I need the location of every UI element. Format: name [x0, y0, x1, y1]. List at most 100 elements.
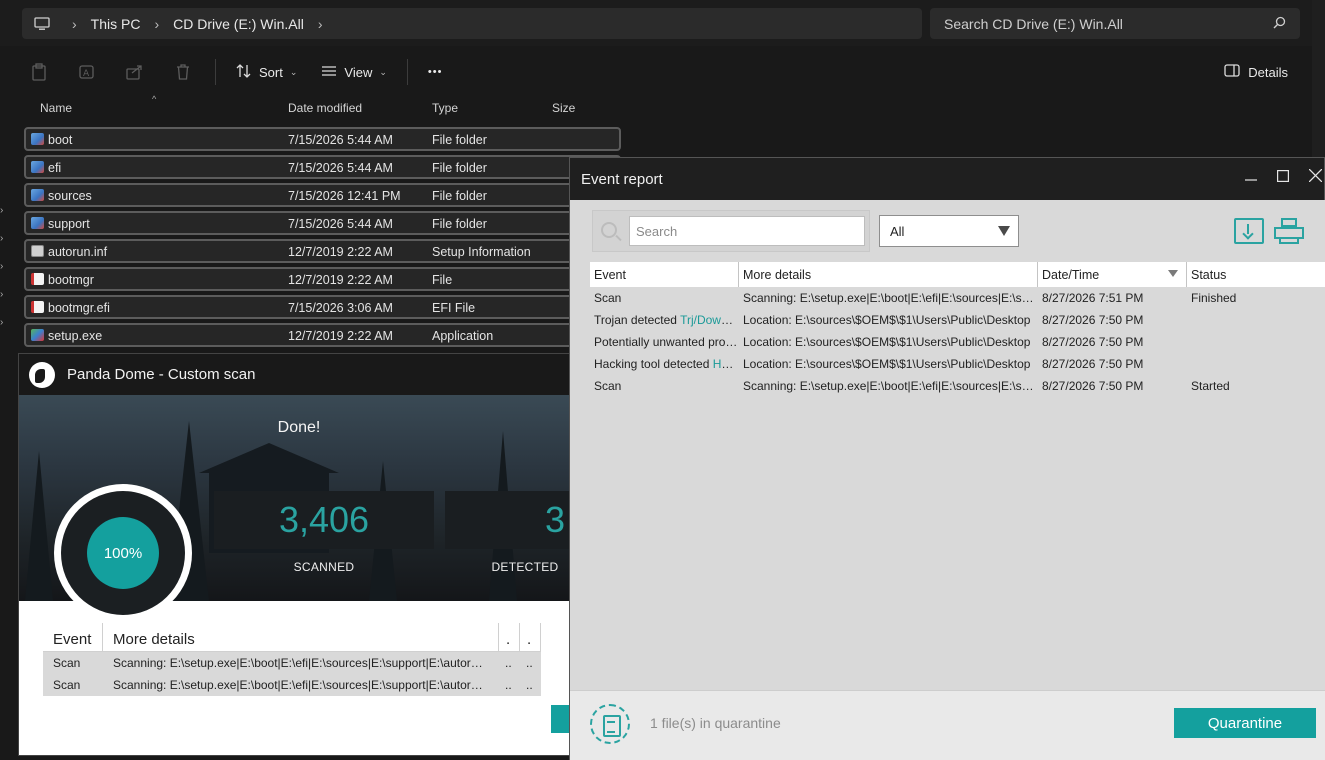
maximize-icon[interactable]: [1273, 169, 1293, 189]
chevron-right-icon[interactable]: ›: [144, 16, 169, 32]
computer-icon[interactable]: [22, 16, 62, 31]
file-row[interactable]: support 7/15/2026 5:44 AM File folder: [24, 211, 621, 235]
toolbar-divider: [215, 59, 216, 85]
file-name: setup.exe: [48, 329, 103, 343]
table-row[interactable]: Scan Scanning: E:\setup.exe|E:\boot|E:\e…: [590, 287, 1325, 309]
details-pane-button[interactable]: Details: [1224, 57, 1288, 87]
table-row[interactable]: Trojan detected Trj/Downloader Location:…: [590, 309, 1325, 331]
threat-link[interactable]: Trj/Downloader: [680, 313, 739, 327]
row-event: Trojan detected Trj/Downloader: [590, 313, 739, 327]
file-row[interactable]: autorun.inf 12/7/2019 2:22 AM Setup Info…: [24, 239, 621, 263]
file-date: 7/15/2026 5:44 AM: [288, 217, 393, 231]
explorer-search-input[interactable]: Search CD Drive (E:) Win.All: [930, 8, 1300, 39]
column-date-time[interactable]: Date/Time: [1038, 262, 1187, 287]
event-text: Trojan detected: [594, 313, 681, 327]
row-details: Scanning: E:\setup.exe|E:\boot|E:\efi|E:…: [743, 379, 1038, 393]
event-report-title-bar[interactable]: Event report: [570, 158, 1324, 200]
breadcrumb-cd-drive[interactable]: CD Drive (E:) Win.All: [169, 16, 308, 32]
file-name: boot: [48, 133, 73, 147]
panda-title-bar[interactable]: Panda Dome - Custom scan: [19, 354, 577, 395]
panda-event-table: Event More details . . Scan Scanning: E:…: [43, 623, 541, 696]
file-row[interactable]: bootmgr 12/7/2019 2:22 AM File: [24, 267, 621, 291]
event-text: Potentially unwanted program detected: [594, 335, 739, 349]
row-c3: ..: [505, 678, 512, 692]
row-date: 8/27/2026 7:50 PM: [1042, 313, 1144, 327]
panda-dome-window: Panda Dome - Custom scan Done! 3,406 SCA…: [18, 353, 579, 756]
file-date: 7/15/2026 12:41 PM: [288, 189, 401, 203]
search-icon: [601, 222, 617, 238]
address-bar[interactable]: › This PC › CD Drive (E:) Win.All ›: [22, 8, 922, 39]
column-more-details[interactable]: More details: [739, 262, 1038, 287]
file-date: 12/7/2019 2:22 AM: [288, 329, 393, 343]
table-row[interactable]: Hacking tool detected HackTool Location:…: [590, 353, 1325, 375]
chevron-right-icon[interactable]: ›: [62, 16, 87, 32]
row-details: Scanning: E:\setup.exe|E:\boot|E:\efi|E:…: [743, 291, 1038, 305]
nav-expand-icon[interactable]: ›: [0, 289, 6, 300]
event-text: Hacking tool detected: [594, 357, 713, 371]
row-details: Scanning: E:\setup.exe|E:\boot|E:\efi|E:…: [113, 678, 499, 692]
column-type[interactable]: Type: [432, 101, 458, 115]
file-name: bootmgr: [48, 273, 94, 287]
file-row[interactable]: sources 7/15/2026 12:41 PM File folder: [24, 183, 621, 207]
share-icon[interactable]: [111, 57, 159, 87]
nav-expand-icon[interactable]: ›: [0, 261, 6, 272]
event-report-body: All Event More details Date/Time Status …: [570, 200, 1325, 690]
address-row: › This PC › CD Drive (E:) Win.All › Sear…: [0, 0, 1312, 46]
folder-icon: [31, 161, 44, 173]
file-type: File folder: [432, 133, 487, 147]
event-search-input[interactable]: [629, 216, 865, 246]
nav-expand-icon[interactable]: ›: [0, 317, 6, 328]
event-filter-select[interactable]: All: [879, 215, 1019, 247]
folder-icon: [31, 217, 44, 229]
table-row[interactable]: Scan Scanning: E:\setup.exe|E:\boot|E:\e…: [43, 674, 541, 696]
more-options-button[interactable]: •••: [416, 57, 455, 87]
column-more-details[interactable]: More details: [103, 623, 499, 651]
file-row[interactable]: efi 7/15/2026 5:44 AM File folder: [24, 155, 621, 179]
threat-link[interactable]: HackTool: [713, 357, 739, 371]
sort-descending-icon: [1168, 270, 1178, 277]
column-date-modified[interactable]: Date modified: [288, 101, 362, 115]
column-event[interactable]: Event: [43, 623, 103, 651]
paste-icon[interactable]: [15, 57, 63, 87]
sort-button[interactable]: Sort ⌄: [224, 57, 309, 87]
column-status[interactable]: Status: [1187, 262, 1325, 287]
table-row[interactable]: Potentially unwanted program detected Lo…: [590, 331, 1325, 353]
column-name[interactable]: Name: [40, 101, 72, 115]
row-c4: ..: [526, 678, 533, 692]
close-icon[interactable]: [1305, 168, 1325, 189]
row-date: 8/27/2026 7:50 PM: [1042, 379, 1144, 393]
folder-icon: [31, 189, 44, 201]
column-3[interactable]: .: [499, 623, 520, 651]
rename-icon[interactable]: A: [63, 57, 111, 87]
delete-icon[interactable]: [159, 57, 207, 87]
file-type: File folder: [432, 217, 487, 231]
column-size[interactable]: Size: [552, 101, 575, 115]
export-download-icon[interactable]: [1234, 218, 1264, 244]
event-table-header: Event More details Date/Time Status: [590, 262, 1325, 287]
sort-icon: [236, 63, 252, 81]
quarantine-footer: 1 file(s) in quarantine Quarantine: [570, 690, 1325, 760]
file-row[interactable]: setup.exe 12/7/2019 2:22 AM Application: [24, 323, 621, 347]
column-4[interactable]: .: [520, 623, 541, 651]
view-button[interactable]: View ⌄: [309, 57, 399, 87]
breadcrumb-this-pc[interactable]: This PC: [87, 16, 145, 32]
row-event: Scan: [53, 656, 81, 670]
column-event[interactable]: Event: [590, 262, 739, 287]
details-label: Details: [1248, 64, 1288, 80]
table-row[interactable]: Scan Scanning: E:\setup.exe|E:\boot|E:\e…: [43, 652, 541, 674]
search-icon[interactable]: [1273, 16, 1286, 32]
chevron-right-icon[interactable]: ›: [308, 16, 333, 32]
progress-percent: 100%: [87, 517, 159, 589]
print-icon[interactable]: [1274, 218, 1304, 244]
settings-file-icon: [31, 245, 44, 257]
minimize-icon[interactable]: [1241, 169, 1261, 189]
file-row[interactable]: bootmgr.efi 7/15/2026 3:06 AM EFI File: [24, 295, 621, 319]
file-icon: [31, 273, 44, 285]
file-row[interactable]: boot 7/15/2026 5:44 AM File folder: [24, 127, 621, 151]
nav-expand-icon[interactable]: ›: [0, 233, 6, 244]
quarantine-button[interactable]: Quarantine: [1174, 708, 1316, 738]
dropdown-arrow-icon: [998, 226, 1010, 236]
nav-expand-icon[interactable]: ›: [0, 205, 6, 216]
details-pane-icon: [1224, 64, 1240, 80]
table-row[interactable]: Scan Scanning: E:\setup.exe|E:\boot|E:\e…: [590, 375, 1325, 397]
